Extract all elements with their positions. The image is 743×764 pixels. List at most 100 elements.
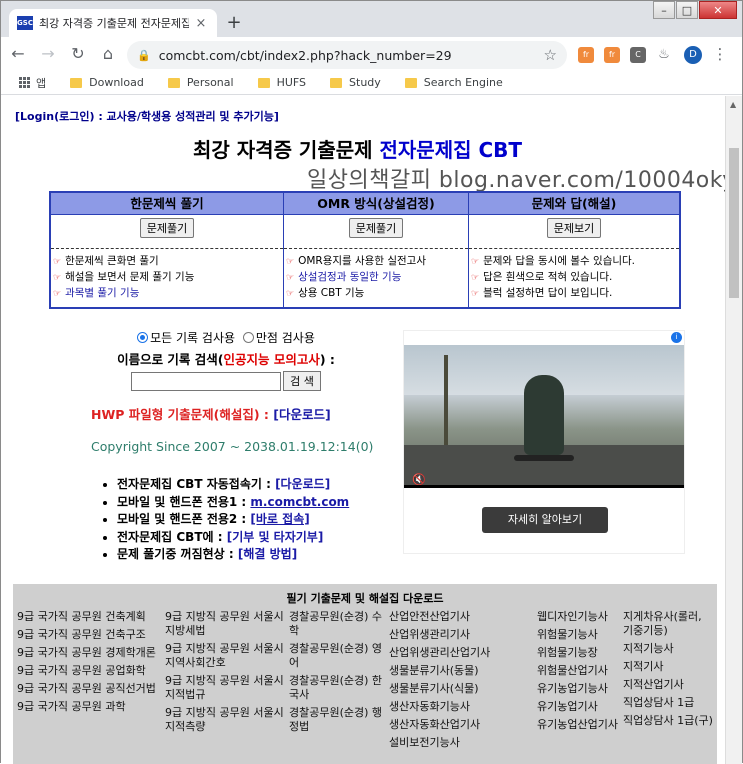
download-link[interactable]: 위험물산업기사 — [537, 664, 621, 678]
download-link[interactable]: 산업위생관리기사 — [389, 628, 529, 642]
search-button[interactable]: 검 색 — [283, 371, 321, 391]
bookmark-star-icon[interactable]: ☆ — [544, 46, 557, 64]
download-panel: 필기 기출문제 및 해설집 다운로드 9급 국가직 공무원 건축계획 9급 국가… — [13, 584, 717, 764]
mobile-link-1[interactable]: m.comcbt.com — [250, 495, 349, 509]
download-link[interactable]: 9급 국가직 공무원 공업화학 — [17, 664, 161, 678]
apps-grid-icon — [19, 77, 30, 88]
reload-icon[interactable]: ↻ — [65, 41, 91, 67]
puzzle-icon[interactable]: ♨ — [656, 47, 672, 63]
download-link[interactable]: 위험물기능사 — [537, 628, 621, 642]
download-link[interactable]: 경찰공무원(순경) 한국사 — [289, 674, 385, 702]
page-content: [Login(로그인) : 교사용/학생용 성적관리 및 추가기능] 최강 자격… — [1, 96, 725, 764]
ad-image[interactable]: 🔇 — [404, 345, 684, 485]
download-column-1: 9급 국가직 공무원 건축계획 9급 국가직 공무원 건축구조 9급 국가직 공… — [17, 610, 161, 718]
download-link[interactable]: 9급 국가직 공무원 공직선거법 — [17, 682, 161, 696]
download-link[interactable]: 산업안전산업기사 — [389, 610, 529, 624]
download-link[interactable]: 생물분류기사(식물) — [389, 682, 529, 696]
feature-list: ☞ OMR용지를 사용한 실전고사 ☞ 상설검정과 동일한 기능 ☞ 상용 CBT 기… — [284, 249, 468, 302]
download-link[interactable]: 경찰공무원(순경) 수학 — [289, 610, 385, 638]
download-link[interactable]: 설비보전기능사 — [389, 736, 529, 750]
page-scrollbar[interactable]: ▲ — [725, 96, 742, 764]
radio-perfect-score[interactable] — [242, 332, 254, 343]
mobile-link-2[interactable]: [바로 접속] — [250, 512, 309, 526]
tab-strip: GSC 최강 자격증 기출문제 전자문제집 × + – □ ✕ — [1, 1, 742, 37]
download-link[interactable]: 9급 국가직 공무원 과학 — [17, 700, 161, 714]
ad-skateboard — [514, 455, 574, 461]
scroll-up-icon[interactable]: ▲ — [730, 100, 736, 109]
bookmark-study[interactable]: Study — [330, 76, 381, 89]
list-item: 모바일 및 핸드폰 전용1 : m.comcbt.com — [117, 494, 349, 512]
download-panel-title: 필기 기출문제 및 해설집 다운로드 — [286, 592, 444, 605]
feature-item: ☞ 블럭 설정하면 답이 보입니다. — [471, 287, 613, 299]
download-link[interactable]: 9급 국가직 공무원 건축계획 — [17, 610, 161, 624]
download-link[interactable]: 생물분류기사(동물) — [389, 664, 529, 678]
download-link[interactable]: 경찰공무원(순경) 영어 — [289, 642, 385, 670]
profile-avatar[interactable]: D — [684, 46, 702, 64]
close-tab-icon[interactable]: × — [193, 16, 209, 31]
feature-item: ☞ 상설검정과 동일한 기능 — [286, 271, 402, 283]
name-search-input[interactable] — [131, 371, 282, 391]
download-link[interactable]: 9급 지방직 공무원 서울시 지적측량 — [165, 706, 285, 734]
download-link[interactable]: 직업상담사 1급(구) — [623, 714, 713, 728]
feature-item: ☞ 과목별 풀기 기능 — [53, 287, 140, 299]
bookmark-download[interactable]: Download — [70, 76, 144, 89]
download-link[interactable]: 산업위생관리산업기사 — [389, 646, 529, 660]
autoconnect-download-link[interactable]: [다운로드] — [275, 477, 330, 491]
download-column-5: 웹디자인기능사 위험물기능사 위험물기능장 위험물산업기사 유기농업기능사 유기… — [537, 610, 621, 736]
address-bar[interactable]: 🔒 comcbt.com/cbt/index2.php?hack_number=… — [127, 41, 567, 69]
browser-tab[interactable]: GSC 최강 자격증 기출문제 전자문제집 × — [9, 9, 217, 37]
download-link[interactable]: 유기농업기사 — [537, 700, 621, 714]
mute-icon[interactable]: 🔇 — [412, 473, 426, 485]
download-link[interactable]: 생산자동화기능사 — [389, 700, 529, 714]
ext-orange-2-icon[interactable]: fr — [604, 47, 620, 63]
home-icon[interactable]: ⌂ — [95, 41, 121, 67]
download-link[interactable]: 9급 지방직 공무원 서울시 지적법규 — [165, 674, 285, 702]
ad-skater — [524, 375, 564, 455]
forward-arrow-icon[interactable]: → — [35, 41, 61, 67]
fix-link[interactable]: [해결 방법] — [238, 547, 297, 561]
view-button[interactable]: 문제보기 — [546, 218, 602, 238]
solve-button[interactable]: 문제풀기 — [139, 218, 195, 238]
hwp-download-link[interactable]: [다운로드] — [273, 407, 330, 422]
url-text[interactable]: comcbt.com/cbt/index2.php?hack_number=29 — [159, 48, 544, 63]
radio-all-records[interactable] — [137, 332, 149, 343]
ext-gray-c-icon[interactable]: C — [630, 47, 646, 63]
download-link[interactable]: 9급 국가직 공무원 건축구조 — [17, 628, 161, 642]
login-link[interactable]: [Login(로그인) : 교사용/학생용 성적관리 및 추가기능] — [15, 108, 279, 124]
download-link[interactable]: 유기농업산업기사 — [537, 718, 621, 732]
download-link[interactable]: 9급 지방직 공무원 서울시 지방세법 — [165, 610, 285, 638]
download-link[interactable]: 9급 국가직 공무원 경제학개론 — [17, 646, 161, 660]
download-link[interactable]: 경찰공무원(순경) 행정법 — [289, 706, 385, 734]
scroll-thumb[interactable] — [729, 148, 739, 298]
close-window-button[interactable]: ✕ — [699, 1, 737, 19]
menu-kebab-icon[interactable]: ⋮ — [712, 45, 728, 63]
bookmark-apps[interactable]: 앱 — [19, 75, 46, 91]
download-link[interactable]: 지게차유사(롤러, 기중기등) — [623, 610, 713, 638]
download-link[interactable]: 유기농업기능사 — [537, 682, 621, 696]
learn-more-button[interactable]: 자세히 알아보기 — [482, 507, 608, 533]
download-link[interactable]: 지적기사 — [623, 660, 713, 674]
download-link[interactable]: 위험물기능장 — [537, 646, 621, 660]
download-link[interactable]: 지적산업기사 — [623, 678, 713, 692]
list-item: 모바일 및 핸드폰 전용2 : [바로 접속] — [117, 511, 349, 529]
download-link[interactable]: 직업상담사 1급 — [623, 696, 713, 710]
ad-info-icon[interactable]: i — [671, 332, 682, 343]
bookmark-search-engine[interactable]: Search Engine — [404, 76, 503, 89]
download-link[interactable]: 9급 지방직 공무원 서울시 지역사회간호 — [165, 642, 285, 670]
download-link[interactable]: 웹디자인기능사 — [537, 610, 621, 624]
donation-link[interactable]: [기부 및 타자기부] — [227, 530, 324, 544]
new-tab-button[interactable]: + — [223, 13, 245, 35]
maximize-button[interactable]: □ — [676, 1, 698, 19]
bookmark-personal[interactable]: Personal — [167, 76, 234, 89]
solve-button[interactable]: 문제풀기 — [348, 218, 404, 238]
bookmark-hufs[interactable]: HUFS — [257, 76, 307, 89]
minimize-button[interactable]: – — [653, 1, 675, 19]
advertisement[interactable]: i 🔇 자세히 알아보기 — [403, 330, 685, 554]
ad-progress — [404, 485, 684, 488]
download-link[interactable]: 생산자동화산업기사 — [389, 718, 529, 732]
back-arrow-icon[interactable]: ← — [5, 41, 31, 67]
bookmark-label: HUFS — [276, 76, 307, 89]
ext-orange-1-icon[interactable]: fr — [578, 47, 594, 63]
download-link[interactable]: 지적기능사 — [623, 642, 713, 656]
search-mode-radios: 모든 기록 검사용 만점 검사용 — [81, 329, 371, 346]
